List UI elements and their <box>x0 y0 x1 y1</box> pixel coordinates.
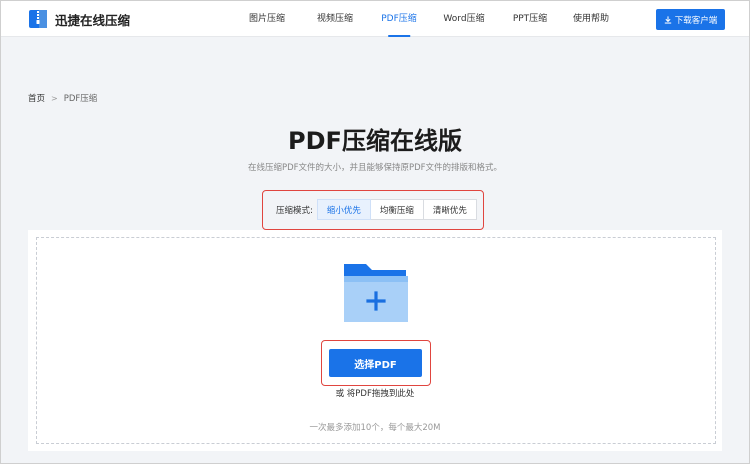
compress-mode-label: 压缩模式: <box>276 205 313 216</box>
breadcrumb: 首页 > PDF压缩 <box>28 92 98 105</box>
top-navigation-bar: 迅捷在线压缩 图片压缩 视频压缩 PDF压缩 Word压缩 PPT压缩 使用帮助… <box>1 1 749 37</box>
mode-option-size-first[interactable]: 缩小优先 <box>316 199 371 220</box>
zip-file-logo-icon <box>29 10 47 28</box>
nav-item-pdf-compress[interactable]: PDF压缩 <box>381 1 417 37</box>
download-client-button[interactable]: 下载客户端 <box>656 9 725 30</box>
nav-item-ppt-compress[interactable]: PPT压缩 <box>513 1 547 37</box>
mode-option-clarity-first[interactable]: 清晰优先 <box>422 199 477 220</box>
breadcrumb-home[interactable]: 首页 <box>28 92 45 104</box>
brand-logo[interactable]: 迅捷在线压缩 <box>28 9 130 29</box>
nav-item-image-compress[interactable]: 图片压缩 <box>249 1 285 37</box>
page-subtitle: 在线压缩PDF文件的大小，并且能够保持原PDF文件的排版和格式。 <box>247 163 503 173</box>
download-icon <box>664 15 671 24</box>
compress-mode-selector: 压缩模式: 缩小优先 均衡压缩 清晰优先 <box>276 199 477 220</box>
brand-name: 迅捷在线压缩 <box>55 12 131 28</box>
nav-item-video-compress[interactable]: 视频压缩 <box>317 1 353 37</box>
drag-drop-hint: 或 将PDF拖拽到此处 <box>335 389 415 399</box>
folder-plus-icon <box>344 264 408 322</box>
page-title: PDF压缩在线版 <box>288 127 462 155</box>
nav-item-help[interactable]: 使用帮助 <box>573 1 609 37</box>
mode-option-balanced[interactable]: 均衡压缩 <box>369 199 424 220</box>
upload-limit-hint: 一次最多添加10个，每个最大20M <box>309 423 441 433</box>
breadcrumb-separator: > <box>51 93 58 103</box>
nav-item-word-compress[interactable]: Word压缩 <box>443 1 484 37</box>
choose-pdf-button[interactable]: 选择PDF <box>329 349 422 377</box>
download-client-label: 下载客户端 <box>674 15 718 26</box>
breadcrumb-current: PDF压缩 <box>63 94 98 104</box>
